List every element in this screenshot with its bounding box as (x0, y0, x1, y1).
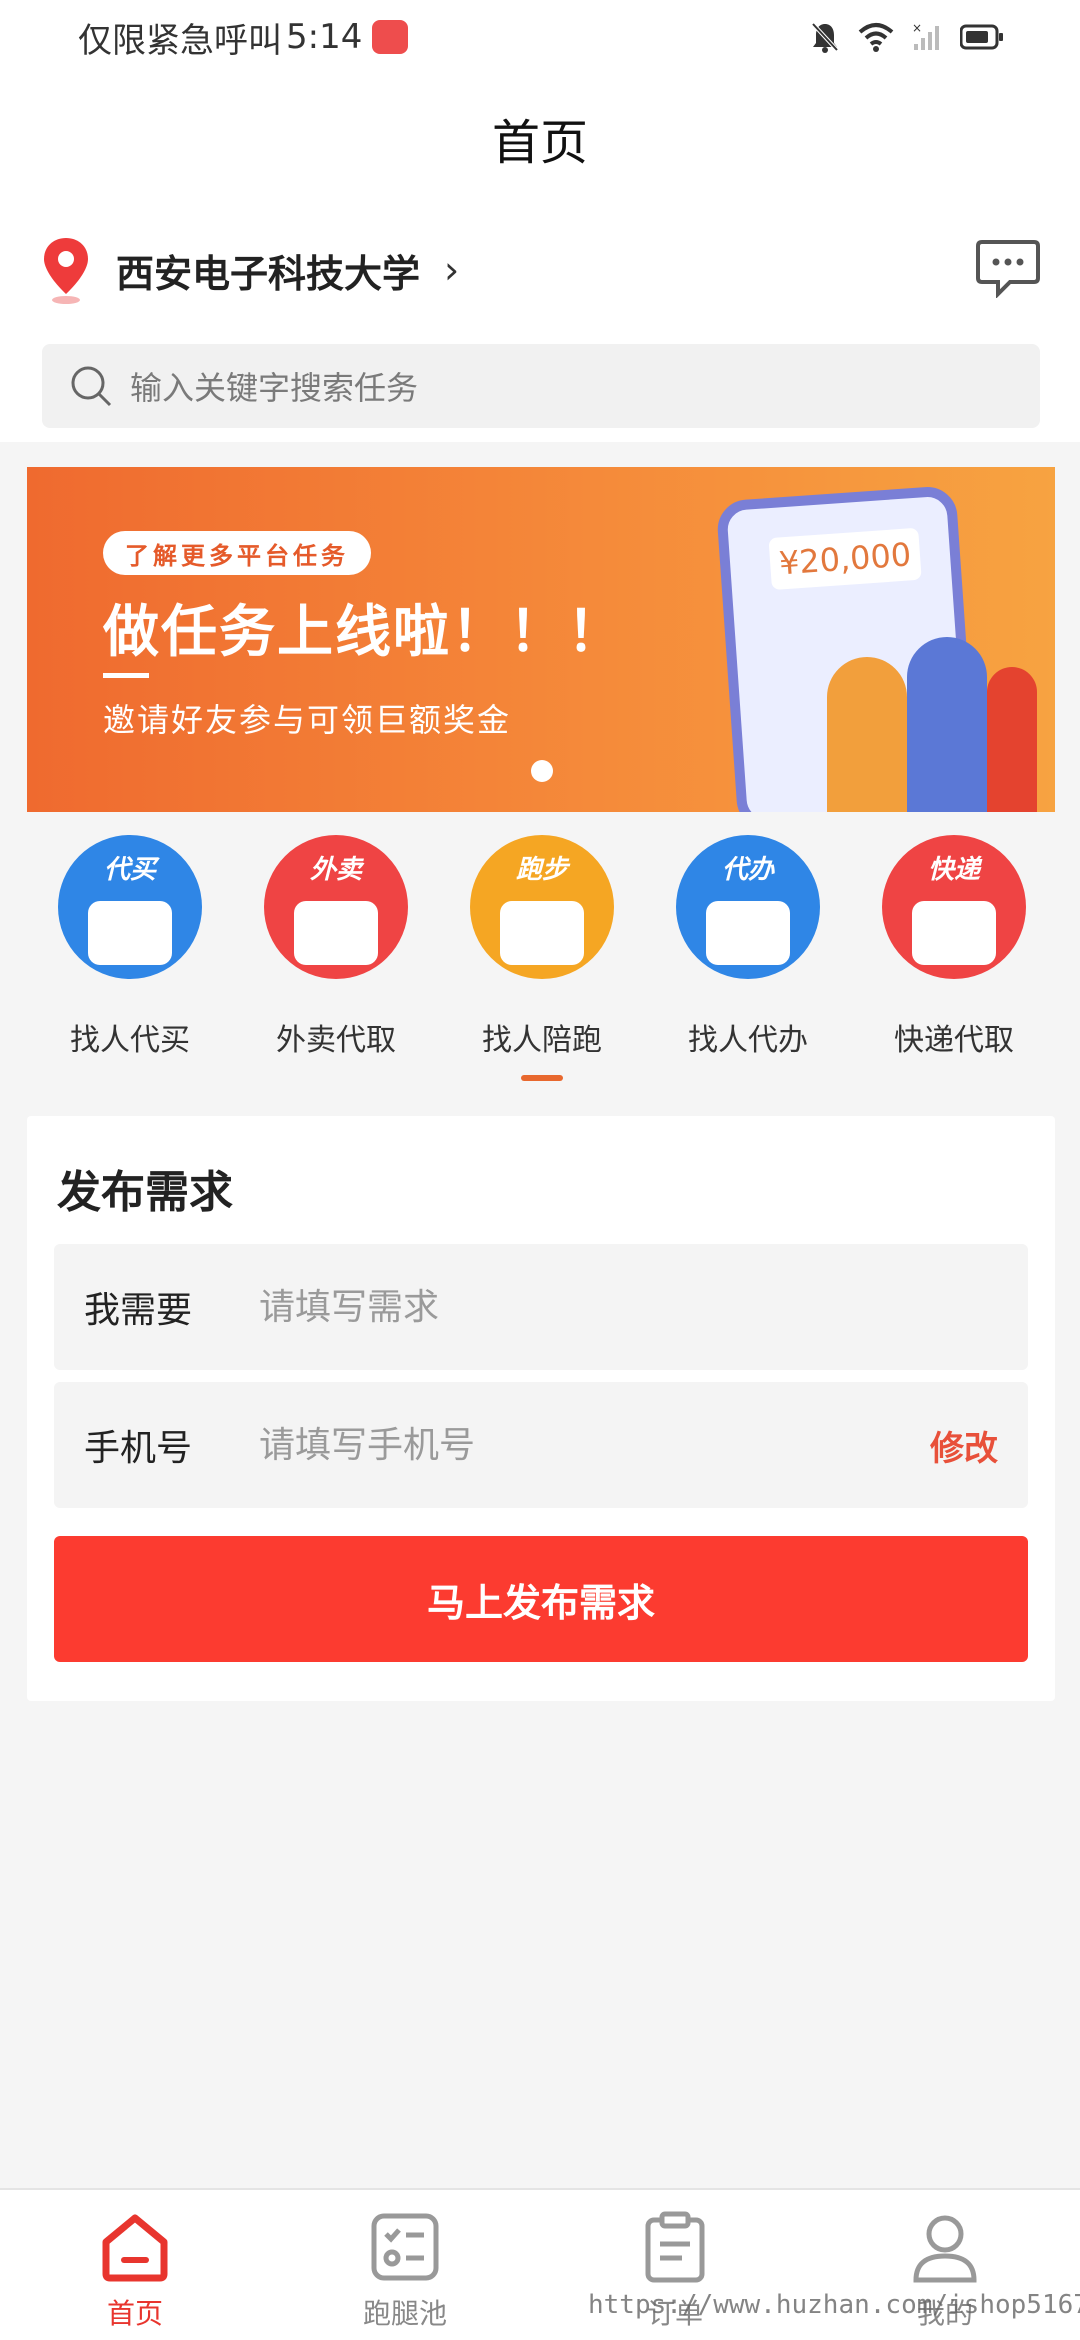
need-label: 我需要 (84, 1290, 193, 1331)
battery-icon (960, 24, 1003, 50)
running-icon: 跑步 (470, 835, 614, 979)
need-field: 我需要 (54, 1244, 1028, 1370)
search-input[interactable]: 输入关键字搜索任务 (130, 363, 418, 409)
category-express[interactable]: 快递 快递代取 (851, 835, 1057, 1059)
title-bar: 首页 (0, 74, 1080, 202)
takeout-icon: 外卖 (264, 835, 408, 979)
category-errand[interactable]: 代办 找人代办 (645, 835, 851, 1059)
watermark-text: https://www.huzhan.com/ishop51679 (588, 2290, 1080, 2320)
location-bar: 西安电子科技大学 › (0, 202, 1080, 338)
tab-task-pool[interactable]: 跑腿池 (270, 2190, 540, 2340)
illustration-person-1 (827, 657, 907, 812)
edit-phone-button[interactable]: 修改 (930, 1421, 998, 1470)
category-page-indicator (521, 1075, 563, 1081)
category-takeout[interactable]: 外卖 外卖代取 (233, 835, 439, 1059)
category-run[interactable]: 跑步 找人陪跑 (439, 835, 645, 1059)
carousel-dot[interactable] (531, 760, 553, 782)
status-right: × (810, 21, 1004, 53)
category-label: 找人陪跑 (482, 1023, 602, 1058)
search-section: 输入关键字搜索任务 (0, 338, 1080, 442)
status-time: 5:14 (286, 17, 363, 57)
promo-banner[interactable]: 了解更多平台任务 做任务上线啦！！！ 邀请好友参与可领巨额奖金 ¥20,000 (27, 467, 1055, 812)
tab-home[interactable]: 首页 (0, 2190, 270, 2340)
search-box[interactable]: 输入关键字搜索任务 (42, 344, 1040, 428)
phone-field: 手机号 修改 (54, 1382, 1028, 1508)
package-icon: 快递 (882, 835, 1026, 979)
banner-divider (103, 673, 149, 678)
status-bar: 仅限紧急呼叫 5:14 × (0, 0, 1080, 74)
illustration-person-3 (987, 667, 1037, 812)
message-icon[interactable] (976, 238, 1040, 298)
phone-input[interactable] (259, 1424, 930, 1466)
status-left: 仅限紧急呼叫 5:14 (78, 13, 409, 62)
wifi-icon (858, 23, 894, 52)
category-label: 快递代取 (894, 1023, 1014, 1058)
banner-subtitle: 邀请好友参与可领巨额奖金 (103, 701, 512, 739)
page-title: 首页 (491, 115, 588, 171)
location-name: 西安电子科技大学 (116, 251, 421, 296)
need-input[interactable] (259, 1286, 998, 1328)
svg-text:×: × (912, 22, 922, 35)
location-pin-icon (44, 238, 88, 304)
banner-tag: 了解更多平台任务 (103, 531, 371, 575)
buy-icon: 代买 (58, 835, 202, 979)
illustration-person-2 (907, 637, 987, 812)
category-label: 外卖代取 (276, 1023, 396, 1058)
search-icon (71, 366, 112, 407)
publish-submit-button[interactable]: 马上发布需求 (54, 1536, 1028, 1662)
category-buy[interactable]: 代买 找人代买 (27, 835, 233, 1059)
category-grid: 代买 找人代买 外卖 外卖代取 跑步 找人陪跑 代办 找人代办 快递 快递代取 (0, 835, 1080, 1075)
category-label: 找人代买 (70, 1023, 190, 1058)
stamp-icon: 代办 (676, 835, 820, 979)
chevron-right-icon: › (444, 248, 460, 292)
phone-label: 手机号 (84, 1428, 193, 1469)
banner-title: 做任务上线啦！！！ (103, 600, 625, 665)
app-notification-icon (372, 20, 409, 54)
publish-card: 发布需求 我需要 手机号 修改 马上发布需求 (27, 1116, 1055, 1701)
tab-label: 跑腿池 (362, 2297, 447, 2330)
user-icon (913, 2215, 977, 2283)
category-label: 找人代办 (688, 1023, 808, 1058)
tab-label: 首页 (106, 2297, 163, 2330)
clipboard-icon (645, 2211, 705, 2283)
signal-icon: × (912, 22, 939, 50)
task-list-icon (371, 2213, 439, 2281)
carrier-text: 仅限紧急呼叫 (78, 20, 282, 61)
home-icon (102, 2214, 168, 2282)
location-selector[interactable]: 西安电子科技大学 › (40, 234, 459, 306)
publish-title: 发布需求 (57, 1167, 233, 1218)
bell-off-icon (811, 22, 839, 53)
banner-price: ¥20,000 (768, 527, 922, 591)
